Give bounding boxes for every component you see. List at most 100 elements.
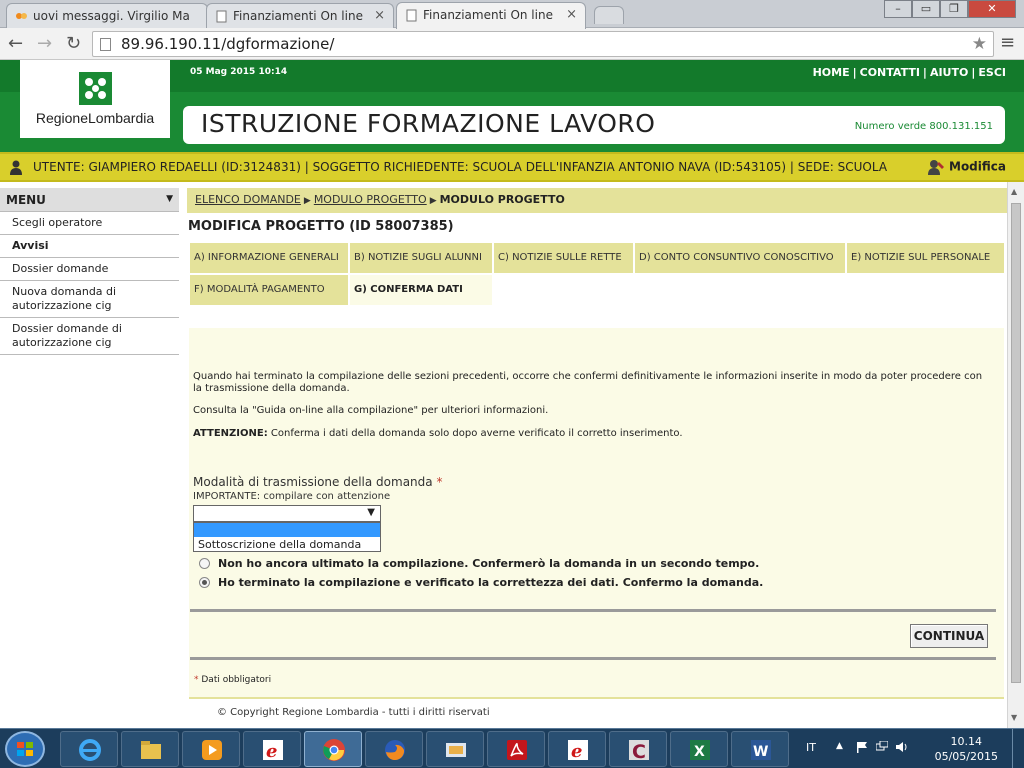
network-icon[interactable]: [876, 741, 888, 753]
site-title-box: ISTRUZIONE FORMAZIONE LAVORO Numero verd…: [183, 106, 1005, 144]
address-bar[interactable]: 89.96.190.11/dgformazione/ ★: [92, 31, 994, 57]
show-hidden-icons-icon[interactable]: ▲: [836, 741, 843, 751]
user-bar: UTENTE: GIAMPIERO REDAELLI (ID:3124831) …: [0, 152, 1024, 182]
required-asterisk: *: [436, 475, 443, 489]
tab-modalita-pagamento[interactable]: F) MODALITÀ PAGAMENTO: [190, 275, 348, 305]
taskbar-c-app[interactable]: C: [609, 731, 667, 767]
tab-conto-consuntivo[interactable]: D) CONTO CONSUNTIVO CONOSCITIVO: [635, 243, 845, 273]
aiuto-link[interactable]: AIUTO: [930, 66, 968, 79]
page-favicon-icon: [216, 10, 227, 23]
new-tab-button[interactable]: [594, 6, 624, 24]
browser-tab-strip: uovi messaggi. Virgilio Ma Finanziamenti…: [0, 0, 1024, 29]
taskbar-media-player[interactable]: [182, 731, 240, 767]
user-button[interactable]: ▭: [912, 0, 940, 18]
url-text[interactable]: 89.96.190.11/dgformazione/: [121, 35, 334, 53]
rosa-camuna-icon: [79, 72, 112, 105]
chrome-menu-icon[interactable]: ≡: [1000, 32, 1015, 53]
browser-tab-finanziamenti-1[interactable]: Finanziamenti On line ×: [206, 3, 394, 28]
scroll-down-icon[interactable]: ▼: [1011, 713, 1017, 722]
forward-icon[interactable]: →: [37, 33, 52, 54]
taskbar-e-app[interactable]: e: [243, 731, 301, 767]
radio-row-not-finished[interactable]: Non ho ancora ultimato la compilazione. …: [199, 557, 759, 570]
radio-finished[interactable]: [199, 576, 210, 588]
reload-icon[interactable]: ↻: [66, 33, 81, 54]
start-button[interactable]: [5, 731, 45, 767]
taskbar-excel[interactable]: X: [670, 731, 728, 767]
system-tray: IT ▲ 10.14 05/05/2015: [798, 729, 1024, 768]
intro-text: Quando hai terminato la compilazione del…: [193, 371, 983, 394]
esci-link[interactable]: ESCI: [978, 66, 1006, 79]
taskbar-firefox[interactable]: [365, 731, 423, 767]
taskbar-word[interactable]: W: [731, 731, 789, 767]
scroll-up-icon[interactable]: ▲: [1011, 187, 1017, 196]
radio-row-finished[interactable]: Ho terminato la compilazione e verificat…: [199, 576, 763, 589]
tab-conferma-dati[interactable]: G) CONFERMA DATI: [350, 275, 492, 305]
menu-item-scegli-operatore[interactable]: Scegli operatore: [0, 212, 179, 235]
tab-label: Finanziamenti On line: [233, 9, 363, 23]
breadcrumb-elenco-domande[interactable]: ELENCO DOMANDE: [195, 193, 301, 206]
back-icon[interactable]: ←: [8, 33, 23, 54]
tab-notizie-alunni[interactable]: B) NOTIZIE SUGLI ALUNNI: [350, 243, 492, 273]
radio-finished-label: Ho terminato la compilazione e verificat…: [218, 576, 764, 589]
tab-notizie-personale[interactable]: E) NOTIZIE SUL PERSONALE: [847, 243, 1004, 273]
main-content: ELENCO DOMANDE ▶ MODULO PROGETTO ▶ MODULO PR…: [179, 188, 1007, 723]
divider: [190, 657, 996, 660]
minimize-button[interactable]: –: [884, 0, 912, 18]
header-datetime: 05 Mag 2015 10:14: [190, 67, 288, 77]
close-tab-icon[interactable]: ×: [566, 7, 577, 22]
regione-lombardia-logo[interactable]: RegioneLombardia: [20, 60, 170, 138]
menu-collapse-icon[interactable]: ▼: [166, 194, 173, 204]
chrome-icon: [323, 739, 345, 761]
menu-item-nuova-domanda-cig[interactable]: Nuova domanda di autorizzazione cig: [0, 281, 179, 318]
modifica-button[interactable]: Modifica: [927, 158, 1006, 176]
input-language[interactable]: IT: [806, 741, 816, 754]
dropdown-arrow-icon[interactable]: ▼: [367, 507, 375, 518]
e-app-icon: e: [568, 740, 588, 762]
volume-icon[interactable]: [896, 741, 908, 753]
close-window-button[interactable]: ✕: [968, 0, 1016, 18]
menu-header[interactable]: MENU ▼: [0, 188, 179, 212]
taskbar-ie[interactable]: [60, 731, 118, 767]
site-title: ISTRUZIONE FORMAZIONE LAVORO: [201, 109, 656, 138]
transmission-mode-select[interactable]: ▼: [193, 505, 381, 522]
guide-text: Consulta la "Guida on-line alla compilaz…: [193, 405, 549, 416]
bookmark-star-icon[interactable]: ★: [972, 34, 987, 54]
close-tab-icon[interactable]: ×: [374, 8, 385, 23]
c-app-icon: C: [629, 740, 649, 762]
browser-tab-virgilio[interactable]: uovi messaggi. Virgilio Ma: [6, 3, 208, 28]
taskbar-chrome[interactable]: [304, 731, 362, 767]
menu-item-avvisi[interactable]: Avvisi: [0, 235, 179, 258]
clock[interactable]: 10.14 05/05/2015: [935, 734, 998, 764]
breadcrumb-modulo-progetto[interactable]: MODULO PROGETTO: [314, 193, 427, 206]
taskbar-e-app-2[interactable]: e: [548, 731, 606, 767]
tab-notizie-rette[interactable]: C) NOTIZIE SULLE RETTE: [494, 243, 633, 273]
action-center-flag-icon[interactable]: [856, 741, 868, 753]
option-empty[interactable]: [194, 523, 380, 537]
scrollbar-thumb[interactable]: [1011, 203, 1021, 683]
browser-toolbar: ← → ↻ 89.96.190.11/dgformazione/ ★ ≡: [0, 28, 1024, 60]
left-menu: MENU ▼ Scegli operatore Avvisi Dossier d…: [0, 188, 179, 723]
option-sottoscrizione[interactable]: Sottoscrizione della domanda: [194, 537, 380, 551]
browser-tab-finanziamenti-2[interactable]: Finanziamenti On line ×: [396, 2, 586, 29]
site-header: RegioneLombardia 05 Mag 2015 10:14 HOME |…: [0, 60, 1024, 152]
taskbar-acrobat[interactable]: [487, 731, 545, 767]
menu-item-dossier-domande-cig[interactable]: Dossier domande di autorizzazione cig: [0, 318, 179, 355]
maximize-button[interactable]: ❐: [940, 0, 968, 18]
edit-user-icon: [928, 160, 944, 175]
svg-text:e: e: [266, 741, 277, 762]
tab-informazione-generali[interactable]: A) INFORMAZIONE GENERALI: [190, 243, 348, 273]
tab-label: uovi messaggi. Virgilio Ma: [33, 9, 190, 23]
taskbar-explorer[interactable]: [121, 731, 179, 767]
radio-not-finished[interactable]: [199, 557, 210, 569]
word-icon: W: [751, 740, 771, 760]
page-icon: [100, 38, 111, 51]
vertical-scrollbar[interactable]: ▲ ▼: [1007, 182, 1024, 728]
home-link[interactable]: HOME: [813, 66, 850, 79]
continua-button[interactable]: CONTINUA: [910, 624, 988, 648]
menu-item-dossier-domande[interactable]: Dossier domande: [0, 258, 179, 281]
contatti-link[interactable]: CONTATTI: [860, 66, 920, 79]
required-note: * Dati obbligatori: [194, 675, 271, 685]
taskbar-scanner[interactable]: [426, 731, 484, 767]
show-desktop-button[interactable]: [1012, 729, 1024, 768]
tab-label: Finanziamenti On line: [423, 8, 553, 22]
